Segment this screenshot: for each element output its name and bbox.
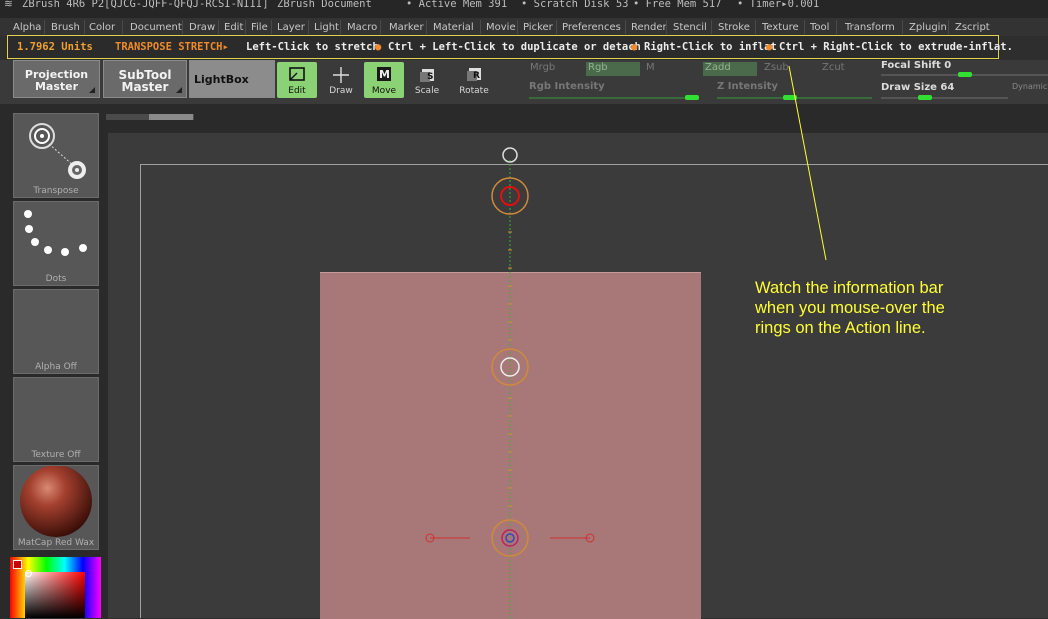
callout-pointer (788, 65, 827, 261)
middle-ring-icon[interactable] (491, 348, 529, 386)
rotation-ring-icon[interactable] (502, 147, 518, 163)
callout-annotation: Watch the information bar when you mouse… (755, 279, 945, 337)
